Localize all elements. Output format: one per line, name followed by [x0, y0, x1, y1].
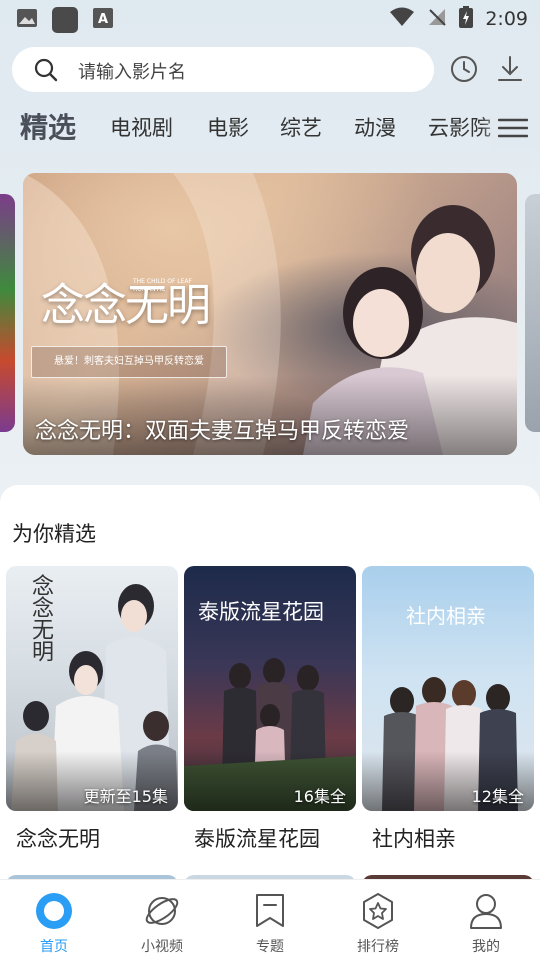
poster-image: 泰版流星花园 16集全 — [184, 566, 356, 811]
battery-charging-icon — [459, 6, 474, 32]
banner-prev-peek[interactable] — [0, 194, 15, 432]
app-notification-icon — [52, 7, 78, 33]
gallery-icon — [16, 7, 38, 33]
notification-icons: A — [16, 7, 114, 33]
poster-image: 念念无明 更新至15集 — [6, 566, 178, 811]
banner-slide[interactable]: 念念无明 THE CHILD OF LEAF ROMANTIC 悬爱！刺客夫妇互… — [23, 173, 517, 455]
card-title: 念念无明 — [16, 827, 100, 851]
banner-next-peek[interactable] — [525, 194, 540, 432]
show-card[interactable]: 泰版流星花园 16集全 泰版流星花园 — [184, 566, 356, 853]
section-title: 为你精选 — [12, 522, 96, 546]
tab-tv-series[interactable]: 电视剧 — [110, 112, 173, 142]
episode-badge: 16集全 — [293, 787, 346, 806]
show-card[interactable]: 念念无明 更新至15集 念念无明 — [6, 566, 178, 853]
history-icon[interactable] — [449, 54, 479, 88]
nav-home[interactable]: 首页 — [0, 880, 108, 960]
poster-title-art: 社内相亲 — [406, 604, 486, 628]
nav-profile[interactable]: 我的 — [432, 880, 540, 960]
nav-label: 排行榜 — [357, 939, 399, 955]
profile-icon — [467, 892, 505, 930]
banner-caption: 念念无明：双面夫妻互掉马甲反转恋爱 — [35, 419, 410, 444]
poster-image: 社内相亲 12集全 — [362, 566, 534, 811]
category-tabs: 精选 电视剧 电影 综艺 动漫 云影院 — [0, 104, 540, 150]
download-icon[interactable] — [496, 54, 524, 88]
tab-movies[interactable]: 电影 — [207, 112, 249, 142]
nav-short-video[interactable]: 小视频 — [108, 880, 216, 960]
episode-badge: 12集全 — [471, 787, 524, 806]
accessibility-icon: A — [92, 7, 114, 33]
menu-icon[interactable] — [497, 118, 529, 142]
nav-ranking[interactable]: 排行榜 — [324, 880, 432, 960]
nav-label: 小视频 — [141, 939, 183, 955]
tab-anime[interactable]: 动漫 — [354, 112, 396, 142]
clock: 2:09 — [485, 8, 528, 30]
poster-title-art: 泰版流星花园 — [198, 600, 324, 624]
nav-label: 专题 — [256, 939, 284, 955]
bookmark-icon — [251, 892, 289, 930]
search-placeholder: 请输入影片名 — [78, 62, 186, 83]
home-icon — [35, 892, 73, 930]
show-card[interactable]: 社内相亲 12集全 社内相亲 — [362, 566, 534, 853]
svg-text:A: A — [98, 12, 108, 27]
nav-topics[interactable]: 专题 — [216, 880, 324, 960]
nav-label: 我的 — [472, 939, 500, 955]
bottom-nav: 首页 小视频 专题 排行榜 我的 — [0, 879, 540, 960]
ranking-icon — [359, 892, 397, 930]
search-icon — [34, 58, 58, 86]
planet-icon — [143, 892, 181, 930]
tab-variety[interactable]: 综艺 — [280, 112, 322, 142]
episode-badge: 更新至15集 — [83, 787, 168, 806]
card-title: 泰版流星花园 — [194, 827, 320, 851]
wifi-icon — [389, 7, 415, 31]
status-bar: A 2:09 — [0, 0, 540, 36]
banner-tagline: 悬爱！刺客夫妇互掉马甲反转恋爱 — [31, 346, 227, 378]
nav-label: 首页 — [40, 939, 68, 955]
tab-featured[interactable]: 精选 — [20, 106, 76, 146]
card-title: 社内相亲 — [372, 827, 456, 851]
no-signal-icon — [427, 7, 447, 31]
banner-logo-sub: THE CHILD OF LEAF ROMANTIC — [133, 278, 192, 293]
search-input[interactable]: 请输入影片名 — [12, 47, 434, 92]
poster-title-art: 念念无明 — [28, 574, 53, 662]
